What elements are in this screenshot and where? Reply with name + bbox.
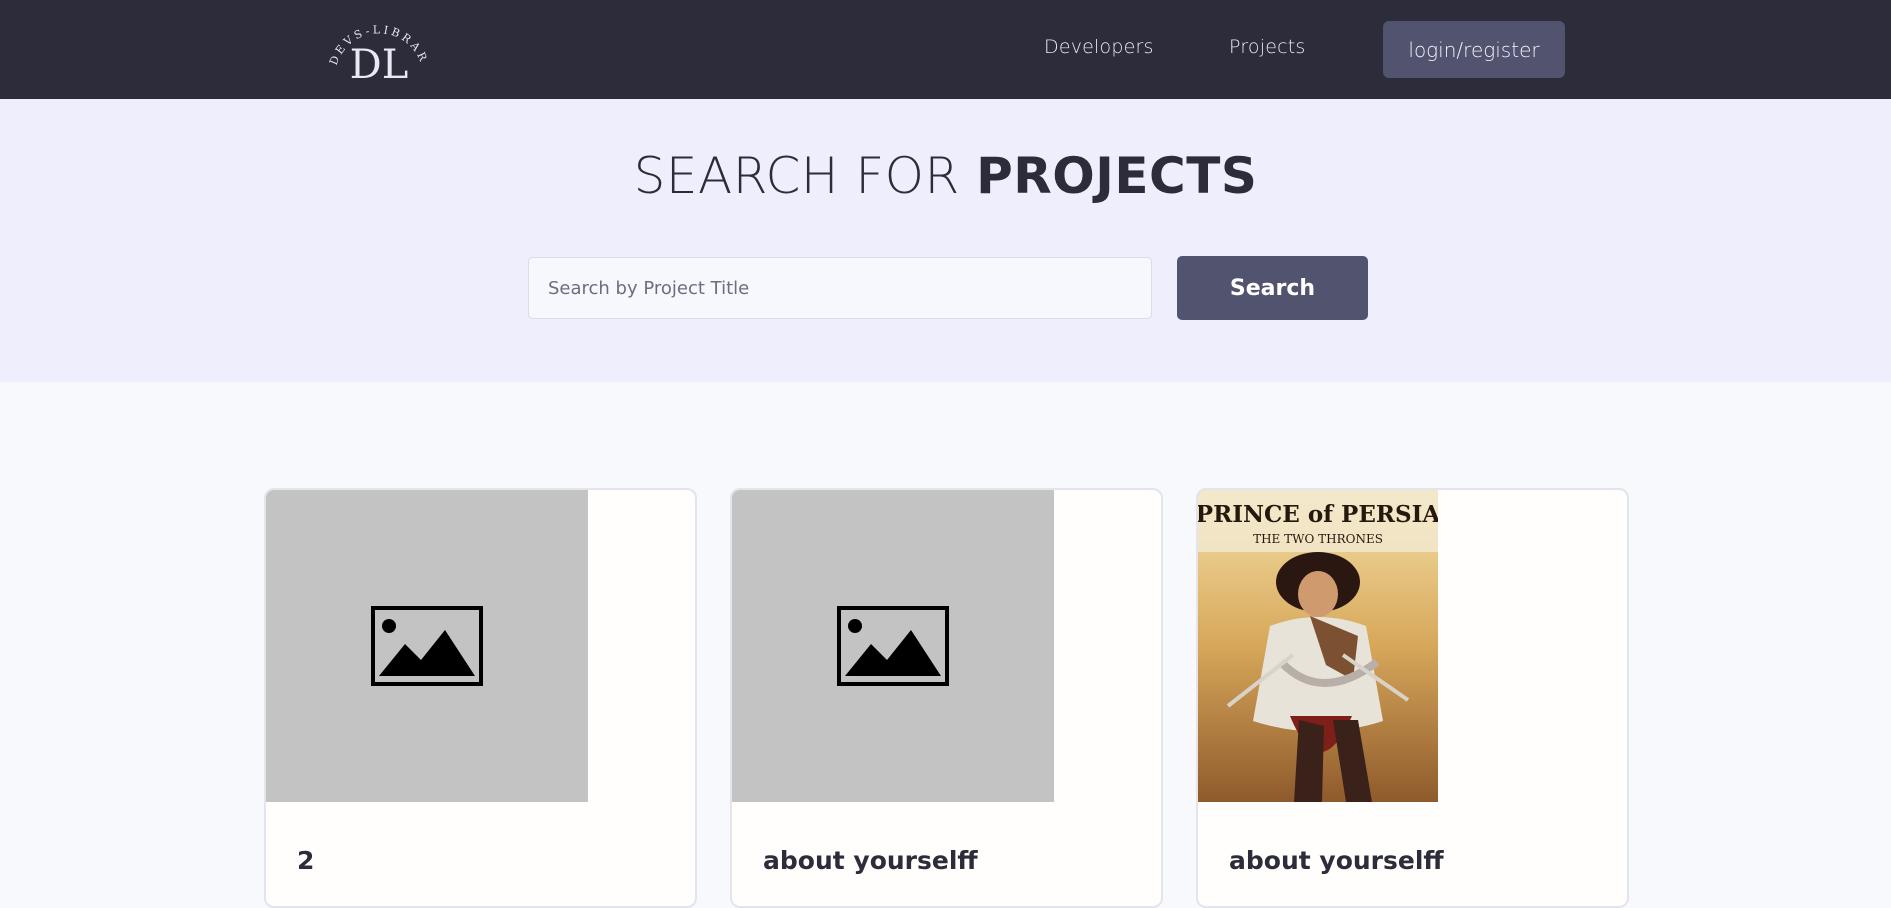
project-title[interactable]: 2 <box>297 846 314 875</box>
project-thumbnail[interactable] <box>266 490 588 802</box>
project-card[interactable]: about yourselff <box>730 488 1163 908</box>
project-title[interactable]: about yourselff <box>763 846 978 875</box>
search-button[interactable]: Search <box>1177 256 1368 320</box>
title-light: SEARCH FOR <box>633 147 977 205</box>
project-card[interactable]: 2 <box>264 488 697 908</box>
placeholder-image-icon <box>837 606 949 686</box>
nav-projects[interactable]: Projects <box>1229 36 1306 58</box>
project-title[interactable]: about yourselff <box>1229 846 1444 875</box>
search-hero: SEARCH FOR PROJECTS Search <box>0 99 1891 382</box>
logo-monogram: DL <box>350 42 409 82</box>
search-input[interactable] <box>528 257 1152 319</box>
nav-developers[interactable]: Developers <box>1044 36 1154 58</box>
login-register-button[interactable]: login/register <box>1383 21 1565 78</box>
cover-subtitle: THE TWO THRONES <box>1253 532 1383 546</box>
site-header: DEVS-LIBRARY DL Developers Projects logi… <box>0 0 1891 99</box>
project-thumbnail[interactable]: PRINCE of PERSIA THE TWO THRONES <box>1198 490 1438 802</box>
cover-title: PRINCE of PERSIA <box>1198 501 1438 528</box>
title-bold: PROJECTS <box>976 147 1258 205</box>
page-title: SEARCH FOR PROJECTS <box>0 147 1891 205</box>
project-card[interactable]: PRINCE of PERSIA THE TWO THRONES about y… <box>1196 488 1629 908</box>
prince-of-persia-cover: PRINCE of PERSIA THE TWO THRONES <box>1198 490 1438 802</box>
project-thumbnail[interactable] <box>732 490 1054 802</box>
devs-library-logo[interactable]: DEVS-LIBRARY DL <box>320 0 432 88</box>
placeholder-image-icon <box>371 606 483 686</box>
